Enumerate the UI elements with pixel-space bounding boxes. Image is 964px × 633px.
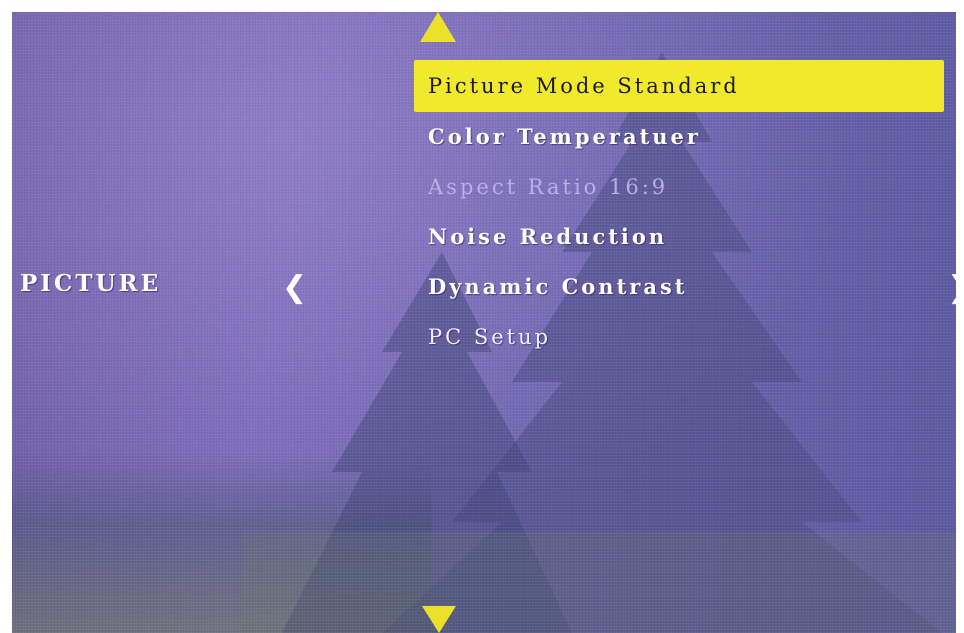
- menu-item-color-temperature[interactable]: Color Temperatuer: [414, 112, 944, 162]
- picture-menu: Picture Mode Standard Color Temperatuer …: [414, 60, 944, 362]
- menu-item-noise-reduction[interactable]: Noise Reduction: [414, 212, 944, 262]
- menu-item-pc-setup[interactable]: PC Setup: [414, 312, 944, 362]
- chevron-right-icon[interactable]: ❯: [947, 270, 956, 305]
- triangle-down-icon[interactable]: [422, 606, 456, 633]
- tv-osd-screen: PICTURE ❮ ❯ Picture Mode Standard Color …: [12, 12, 956, 633]
- menu-item-picture-mode[interactable]: Picture Mode Standard: [414, 60, 944, 112]
- menu-item-aspect-ratio: Aspect Ratio 16:9: [428, 175, 669, 199]
- menu-item-dynamic-contrast[interactable]: Dynamic Contrast: [414, 262, 944, 312]
- chevron-left-icon[interactable]: ❮: [282, 270, 307, 305]
- menu-category-title: PICTURE: [20, 270, 162, 297]
- triangle-up-icon[interactable]: [420, 12, 456, 42]
